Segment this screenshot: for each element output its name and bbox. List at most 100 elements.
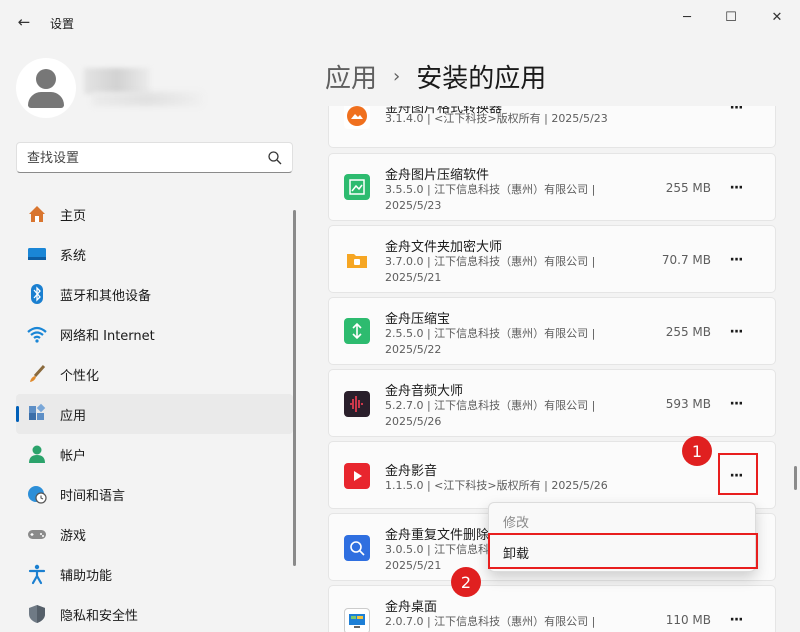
sidebar-item-system[interactable]: 系统 <box>16 234 293 274</box>
brush-icon <box>26 363 48 385</box>
app-date: 2025/5/26 <box>385 415 442 428</box>
sidebar-scrollbar[interactable] <box>293 210 296 566</box>
app-meta: 5.2.7.0 | 江下信息科技（惠州）有限公司 | <box>385 399 596 412</box>
app-name: 金舟桌面 <box>385 600 438 615</box>
sidebar-item-label: 帐户 <box>60 448 87 464</box>
avatar[interactable] <box>16 58 76 118</box>
app-card: 金舟图片压缩软件 3.5.5.0 | 江下信息科技（惠州）有限公司 | 2025… <box>328 153 776 221</box>
sidebar-item-accessibility[interactable]: 辅助功能 <box>16 554 293 594</box>
sidebar-item-label: 网络和 Internet <box>60 328 155 344</box>
more-options-button[interactable]: ··· <box>725 323 747 341</box>
app-card: 金舟图片格式转换器 3.1.4.0 | <江下科技>版权所有 | 2025/5/… <box>328 106 776 148</box>
more-options-button[interactable]: ··· <box>725 251 747 269</box>
gamepad-icon <box>26 523 48 545</box>
app-size: 255 MB <box>665 325 711 339</box>
home-icon <box>26 203 48 225</box>
minimize-button[interactable]: ─ <box>672 8 702 26</box>
highlight-more-button <box>718 453 758 495</box>
app-size: 593 MB <box>665 397 711 411</box>
breadcrumb-parent[interactable]: 应用 <box>325 58 377 95</box>
image-converter-app-icon <box>344 106 370 129</box>
more-options-button[interactable]: ··· <box>725 106 747 117</box>
sidebar-item-bluetooth[interactable]: 蓝牙和其他设备 <box>16 274 293 314</box>
page-title: 安装的应用 <box>416 64 547 94</box>
sidebar-item-label: 蓝牙和其他设备 <box>60 288 152 304</box>
app-card: 金舟压缩宝 2.5.5.0 | 江下信息科技（惠州）有限公司 | 2025/5/… <box>328 297 776 365</box>
sidebar-item-label: 系统 <box>60 248 87 264</box>
sidebar-item-label: 时间和语言 <box>60 488 126 504</box>
apps-icon <box>26 403 48 425</box>
desktop-app-icon <box>344 608 370 632</box>
app-name: 金舟文件夹加密大师 <box>385 240 503 255</box>
accessibility-icon <box>26 563 48 585</box>
clock-globe-icon <box>26 483 48 505</box>
chevron-right-icon: › <box>393 66 401 87</box>
duplicate-file-app-icon <box>344 535 370 561</box>
folder-lock-app-icon <box>344 247 370 273</box>
app-meta: 3.0.5.0 | 江下信息科 <box>385 543 490 556</box>
back-arrow-icon[interactable]: ← <box>14 12 34 32</box>
breadcrumb: 应用 › 安装的应用 <box>325 58 546 95</box>
app-meta: 2.5.5.0 | 江下信息科技（惠州）有限公司 | <box>385 327 596 340</box>
search-icon[interactable] <box>266 149 284 167</box>
search-box[interactable] <box>16 142 293 173</box>
sidebar-item-network[interactable]: 网络和 Internet <box>16 314 293 354</box>
bluetooth-icon <box>26 283 48 305</box>
app-name: 金舟压缩宝 <box>385 312 451 327</box>
more-options-button[interactable]: ··· <box>725 179 747 197</box>
close-button[interactable]: ✕ <box>762 8 792 26</box>
app-meta: 3.1.4.0 | <江下科技>版权所有 | 2025/5/23 <box>385 112 608 125</box>
system-icon <box>26 243 48 265</box>
app-card: 金舟桌面 2.0.7.0 | 江下信息科技（惠州）有限公司 | 110 MB ·… <box>328 585 776 632</box>
sidebar-item-label: 辅助功能 <box>60 568 113 584</box>
sidebar-item-label: 游戏 <box>60 528 87 544</box>
app-meta: 2.0.7.0 | 江下信息科技（惠州）有限公司 | <box>385 615 596 628</box>
app-name: 金舟影音 <box>385 464 438 479</box>
app-meta: 3.7.0.0 | 江下信息科技（惠州）有限公司 | <box>385 255 596 268</box>
compress-app-icon <box>344 318 370 344</box>
app-date: 2025/5/23 <box>385 199 442 212</box>
more-options-button[interactable]: ··· <box>725 611 747 629</box>
sidebar-item-label: 个性化 <box>60 368 100 384</box>
sidebar-item-label: 应用 <box>60 408 87 424</box>
app-card: 金舟音频大师 5.2.7.0 | 江下信息科技（惠州）有限公司 | 2025/5… <box>328 369 776 437</box>
app-size: 70.7 MB <box>661 253 711 267</box>
content-scrollbar[interactable] <box>794 466 797 490</box>
step-2-badge: 2 <box>451 567 481 597</box>
modify-menu-item[interactable]: 修改 <box>503 512 529 531</box>
app-date: 2025/5/22 <box>385 343 442 356</box>
search-input[interactable] <box>27 149 257 167</box>
person-icon <box>36 69 56 89</box>
maximize-button[interactable]: ☐ <box>716 8 746 26</box>
user-email-blurred <box>92 92 202 106</box>
sidebar-nav: 主页 系统 蓝牙和其他设备 网络和 Internet 个性化 应用 帐户 时间和… <box>16 194 293 632</box>
sidebar-item-label: 主页 <box>60 208 87 224</box>
sidebar-item-privacy[interactable]: 隐私和安全性 <box>16 594 293 632</box>
app-date: 2025/5/21 <box>385 271 442 284</box>
more-options-button[interactable]: ··· <box>725 395 747 413</box>
sidebar-item-label: 隐私和安全性 <box>60 608 139 624</box>
step-1-badge: 1 <box>682 436 712 466</box>
sidebar-item-gaming[interactable]: 游戏 <box>16 514 293 554</box>
app-meta: 3.5.5.0 | 江下信息科技（惠州）有限公司 | <box>385 183 596 196</box>
window-title: 设置 <box>50 17 75 31</box>
video-player-app-icon <box>344 463 370 489</box>
app-name: 金舟图片压缩软件 <box>385 168 490 183</box>
app-name: 金舟重复文件删除 <box>385 528 490 543</box>
app-meta: 1.1.5.0 | <江下科技>版权所有 | 2025/5/26 <box>385 479 608 492</box>
app-size: 110 MB <box>665 613 711 627</box>
wifi-icon <box>26 323 48 345</box>
app-date: 2025/5/21 <box>385 559 442 572</box>
app-size: 255 MB <box>665 181 711 195</box>
sidebar-item-time-language[interactable]: 时间和语言 <box>16 474 293 514</box>
shield-icon <box>26 603 48 625</box>
app-card: 金舟文件夹加密大师 3.7.0.0 | 江下信息科技（惠州）有限公司 | 202… <box>328 225 776 293</box>
title-bar: ← 设置 ─ ☐ ✕ <box>0 0 800 44</box>
image-compress-app-icon <box>344 174 370 200</box>
user-name-blurred <box>84 68 150 94</box>
sidebar-item-accounts[interactable]: 帐户 <box>16 434 293 474</box>
sidebar-item-apps[interactable]: 应用 <box>16 394 293 434</box>
account-icon <box>26 443 48 465</box>
sidebar-item-personalization[interactable]: 个性化 <box>16 354 293 394</box>
sidebar-item-home[interactable]: 主页 <box>16 194 293 234</box>
